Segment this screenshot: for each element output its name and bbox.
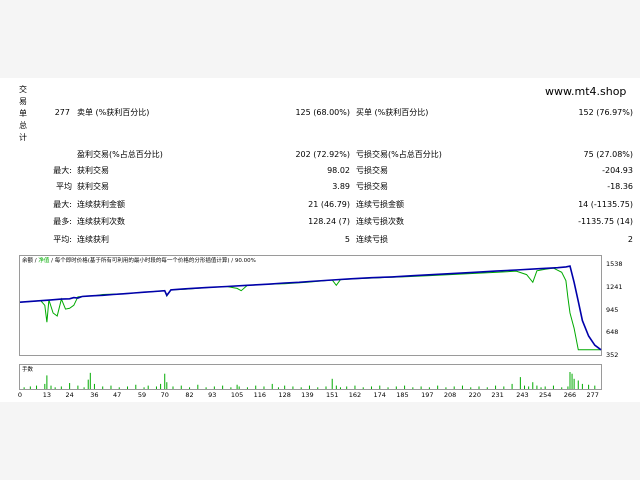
x-tick-label: 254 — [538, 391, 552, 399]
x-tick-label: 185 — [396, 391, 409, 399]
x-tick-label: 128 — [278, 391, 291, 399]
x-tick-label: 116 — [253, 391, 267, 399]
y-tick-label: 1241 — [606, 282, 623, 291]
x-tick-label: 24 — [65, 391, 74, 399]
x-tick-label: 59 — [137, 391, 147, 399]
chart-svg — [19, 265, 602, 389]
balance-line — [19, 265, 602, 351]
y-tick-label: 945 — [606, 305, 619, 314]
x-tick-label: 197 — [421, 391, 434, 399]
x-tick-label: 93 — [208, 391, 217, 399]
x-tick-label: 105 — [230, 391, 244, 399]
x-tick-label: 139 — [301, 391, 314, 399]
y-tick-label: 648 — [606, 328, 619, 337]
x-tick-label: 0 — [17, 391, 23, 399]
x-tick-label: 162 — [348, 391, 362, 399]
x-tick-label: 243 — [516, 391, 529, 399]
y-tick-label: 1538 — [606, 260, 623, 268]
x-tick-label: 82 — [185, 391, 194, 399]
x-tick-label: 208 — [443, 391, 457, 399]
y-tick-label: 352 — [606, 351, 619, 359]
x-tick-label: 151 — [325, 391, 339, 399]
x-tick-label: 174 — [373, 391, 386, 399]
x-tick-label: 70 — [160, 391, 169, 399]
x-tick-label: 277 — [586, 391, 599, 399]
x-tick-label: 13 — [42, 391, 52, 399]
x-tick-label: 36 — [90, 391, 99, 399]
x-tick-label: 266 — [563, 391, 577, 399]
x-tick-label: 231 — [491, 391, 504, 399]
x-tick-label: 47 — [113, 391, 122, 399]
equity-line — [19, 267, 601, 351]
x-tick-label: 220 — [468, 391, 482, 399]
